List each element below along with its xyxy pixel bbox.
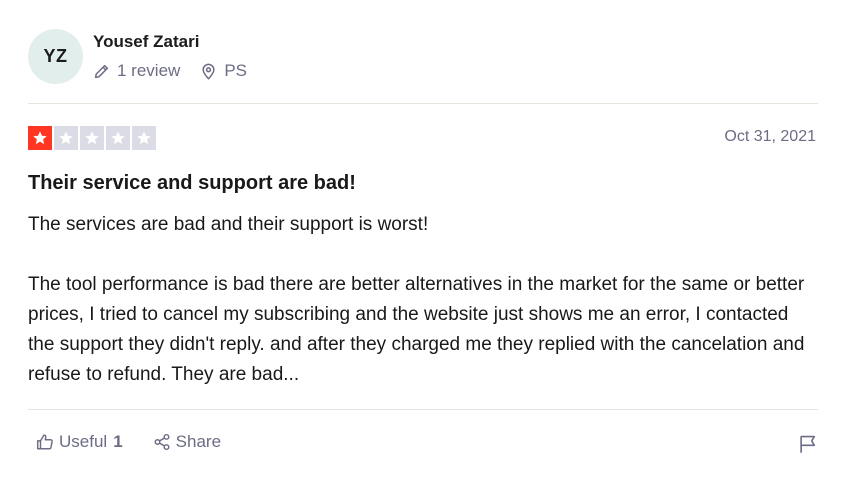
country-code: PS: [224, 61, 247, 80]
review-count-label: 1 review: [117, 61, 181, 80]
divider: [28, 103, 818, 104]
star-empty: [80, 126, 104, 150]
share-label: Share: [175, 432, 222, 451]
useful-count: 1: [113, 432, 123, 451]
star-empty: [106, 126, 130, 150]
review-card: YZ Yousef Zatari 1 review PS Oct 31, 202…: [28, 0, 818, 484]
star-filled: [28, 126, 52, 150]
star-icon: [111, 131, 125, 145]
location-pin-icon: [202, 63, 215, 80]
star-icon: [137, 131, 151, 145]
star-icon: [33, 131, 47, 145]
share-button[interactable]: Share: [153, 432, 221, 452]
star-icon: [85, 131, 99, 145]
star-icon: [59, 131, 73, 145]
reviewer-location: PS: [200, 61, 247, 81]
star-rating: [28, 126, 158, 150]
share-icon: [154, 433, 170, 451]
avatar[interactable]: YZ: [28, 29, 83, 84]
reviewer-name[interactable]: Yousef Zatari: [93, 32, 199, 52]
review-paragraph: The services are bad and their support i…: [28, 214, 429, 235]
review-count: 1 review: [93, 61, 180, 81]
star-empty: [54, 126, 78, 150]
review-actions: Useful 1 Share: [36, 432, 818, 454]
star-empty: [132, 126, 156, 150]
thumbs-up-icon: [36, 434, 53, 450]
pencil-icon: [94, 64, 109, 78]
flag-icon[interactable]: [798, 434, 818, 454]
review-title[interactable]: Their service and support are bad!: [28, 172, 356, 195]
review-paragraph: The tool performance is bad there are be…: [28, 274, 805, 385]
useful-button[interactable]: Useful 1: [36, 432, 123, 452]
reviewer-meta: 1 review PS: [93, 61, 247, 81]
divider: [28, 409, 818, 410]
useful-label: Useful: [59, 432, 108, 451]
review-date: Oct 31, 2021: [724, 128, 816, 145]
review-body: The services are bad and their support i…: [28, 210, 818, 390]
